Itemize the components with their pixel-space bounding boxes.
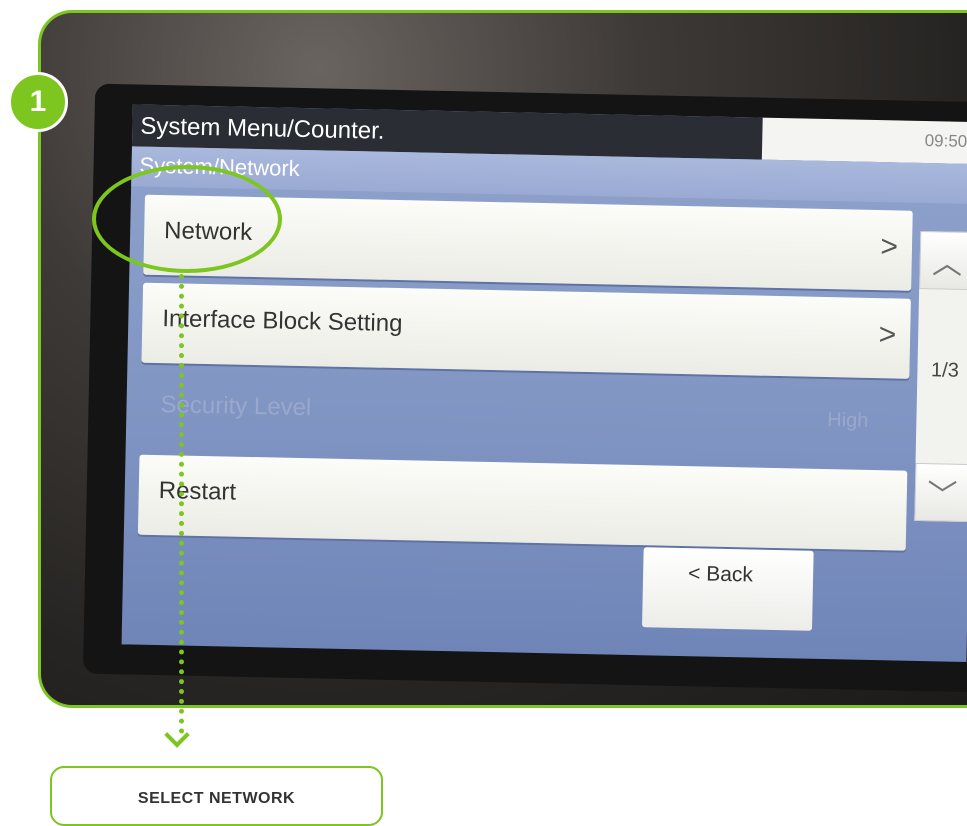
callout-line bbox=[179, 274, 184, 734]
menu-item-label: Interface Block Setting bbox=[162, 305, 403, 338]
scroll-down-button[interactable]: ﹀ bbox=[914, 462, 967, 523]
scroll-column: ︿ 1/3 ﹀ bbox=[914, 230, 967, 523]
back-button-label: < Back bbox=[687, 562, 754, 587]
step-badge: 1 bbox=[8, 72, 68, 132]
chevron-right-icon: > bbox=[880, 230, 899, 264]
chevron-up-icon: ︿ bbox=[931, 247, 963, 281]
clock: 09:50 bbox=[924, 131, 967, 151]
menu-item-security-level: Security Level High bbox=[140, 371, 910, 467]
back-button[interactable]: < Back bbox=[642, 547, 814, 631]
device-photo: System Menu/Counter. 09:50 System/Networ… bbox=[38, 10, 967, 708]
highlight-circle bbox=[92, 165, 282, 273]
arrow-down-icon bbox=[164, 722, 190, 748]
caption-text: SELECT NETWORK bbox=[137, 790, 296, 807]
page-indicator: 1/3 bbox=[930, 359, 960, 382]
menu-item-restart[interactable]: Restart bbox=[137, 454, 908, 551]
instruction-caption: SELECT NETWORK bbox=[50, 766, 383, 826]
chevron-right-icon: > bbox=[878, 318, 897, 352]
menu-item-interface-block-setting[interactable]: Interface Block Setting > bbox=[141, 282, 911, 379]
clock-area: 09:50 bbox=[761, 117, 967, 165]
chevron-down-icon: ﹀ bbox=[926, 479, 958, 513]
menu-item-label: Restart bbox=[158, 477, 237, 506]
scroll-up-button[interactable]: ︿ bbox=[919, 230, 967, 291]
screen-title: System Menu/Counter. bbox=[140, 112, 385, 145]
menu-item-value: High bbox=[827, 409, 869, 432]
